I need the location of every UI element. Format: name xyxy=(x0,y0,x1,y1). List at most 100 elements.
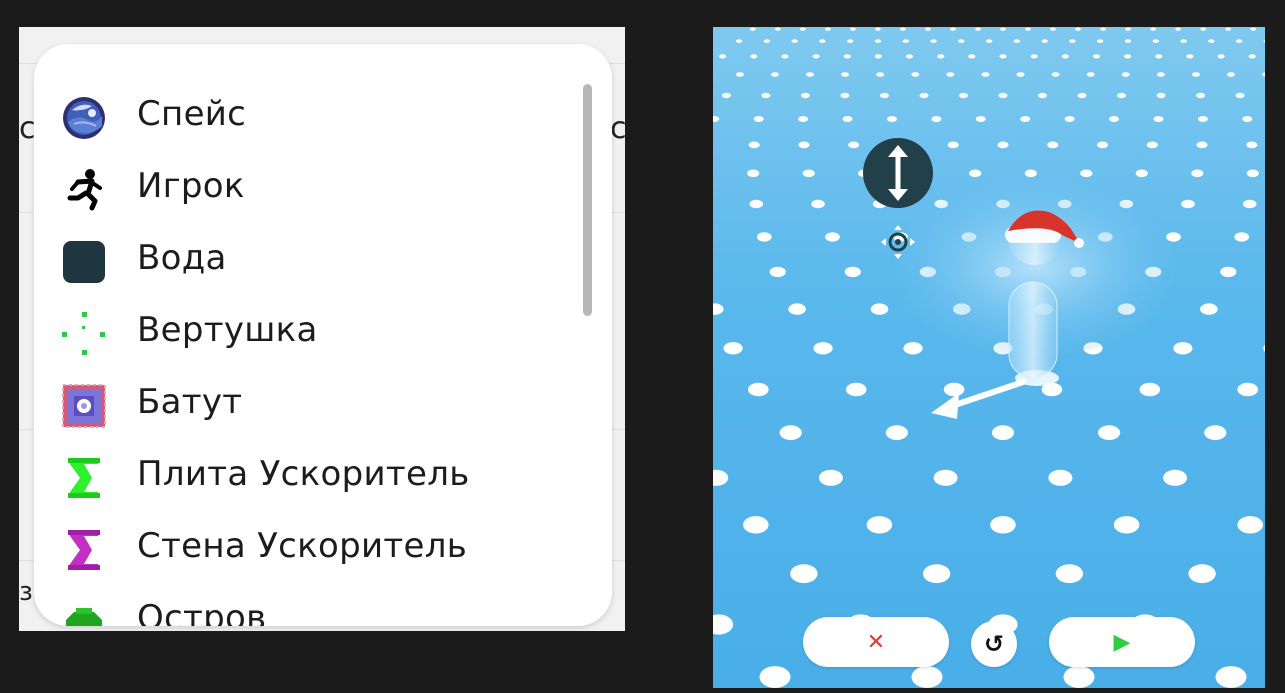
floor-dot xyxy=(1146,141,1158,149)
floor-dot xyxy=(958,39,965,43)
floor-dot xyxy=(887,116,897,122)
floor-dot xyxy=(774,27,781,31)
floor-dot xyxy=(721,92,731,99)
floor-dot xyxy=(1196,141,1208,149)
floor-dot xyxy=(1246,141,1258,149)
floor-dot xyxy=(813,342,833,355)
floor-dot xyxy=(1135,169,1148,178)
floor-dot xyxy=(771,72,779,77)
vertical-move-gizmo[interactable] xyxy=(863,138,933,208)
floor-dot xyxy=(840,92,850,99)
floor-dot xyxy=(947,141,959,149)
menu-item-player[interactable]: Игрок xyxy=(34,154,574,226)
menu-item-booster-plate[interactable]: Плита Ускоритель xyxy=(34,442,574,514)
play-button[interactable]: ▶ xyxy=(1049,617,1195,667)
floor-dot xyxy=(870,303,889,315)
floor-dot xyxy=(1208,39,1215,43)
menu-item-label: Вертушка xyxy=(137,310,318,350)
floor-dot xyxy=(1250,27,1257,31)
floor-dot xyxy=(1020,116,1031,122)
game-viewport[interactable]: ✕ ↺ ▶ xyxy=(713,27,1265,688)
floor-dot xyxy=(1096,141,1109,149)
object-dropdown-menu[interactable]: Спейс Игрок Вода Вертушка Батут Плита Ус… xyxy=(34,44,612,626)
floor-dot xyxy=(850,27,856,31)
floor-dot xyxy=(975,27,981,31)
left-panel: c c зı Спейс Игрок Вода Вертушка Батут П… xyxy=(19,27,625,631)
water-square-icon xyxy=(63,241,105,283)
floor-dot xyxy=(1263,344,1265,352)
floor-dot xyxy=(1113,516,1140,534)
menu-scrollbar[interactable] xyxy=(583,84,592,316)
floor-dot xyxy=(950,27,956,31)
floor-dot xyxy=(885,425,908,441)
floor-dot xyxy=(750,54,758,59)
floor-dot xyxy=(1069,39,1076,43)
menu-item-label: Игрок xyxy=(137,166,245,206)
floor-dot xyxy=(802,169,815,178)
floor-dot xyxy=(812,54,820,59)
floor-dot xyxy=(1192,72,1200,77)
booster-plate-icon xyxy=(68,458,100,498)
floor-dot xyxy=(1098,425,1121,441)
floor-dot xyxy=(806,72,814,77)
floor-dot xyxy=(763,39,771,43)
floor-dot xyxy=(902,39,909,43)
floor-dot xyxy=(981,72,990,77)
floor-dot xyxy=(713,469,729,486)
floor-dot xyxy=(1220,266,1237,278)
floor-dot xyxy=(1075,27,1081,31)
floor-dot xyxy=(1156,92,1166,99)
floor-dot xyxy=(723,342,743,355)
floor-dot xyxy=(842,116,853,122)
floor-dot xyxy=(713,303,724,315)
floor-dot xyxy=(1180,39,1187,43)
floor-dot xyxy=(874,54,882,59)
floor-dot xyxy=(1217,54,1225,59)
floor-dot xyxy=(931,116,942,122)
menu-item-water[interactable]: Вода xyxy=(34,226,574,298)
floor-dot xyxy=(925,27,931,31)
floor-dot xyxy=(819,39,826,43)
floor-dot xyxy=(998,92,1008,99)
floor-dot xyxy=(1077,92,1087,99)
floor-dot xyxy=(1191,169,1204,178)
floor-dot xyxy=(1092,54,1101,59)
floor-dot xyxy=(743,516,769,534)
floor-dot xyxy=(1109,116,1119,122)
reset-button[interactable]: ↺ xyxy=(971,621,1017,667)
floor-dot xyxy=(1242,116,1253,122)
floor-dot xyxy=(1215,666,1247,688)
floor-dot xyxy=(1080,169,1093,178)
floor-dot xyxy=(1050,27,1056,31)
floor-dot xyxy=(1150,27,1156,31)
floor-dot xyxy=(937,54,945,59)
floor-dot xyxy=(1125,27,1131,31)
running-person-icon xyxy=(67,169,102,211)
floor-dot xyxy=(1061,54,1069,59)
menu-item-label: Плита Ускоритель xyxy=(137,454,470,494)
cancel-button[interactable]: ✕ xyxy=(803,617,949,667)
floor-dot xyxy=(1235,39,1243,43)
floor-dot xyxy=(1188,564,1216,584)
floor-dot xyxy=(1175,27,1181,31)
menu-item-island[interactable]: Остров xyxy=(34,586,574,626)
floor-dot xyxy=(876,72,885,77)
floor-dot xyxy=(1038,92,1047,99)
floor-dot xyxy=(1155,54,1163,59)
floor-dot xyxy=(933,469,958,486)
menu-item-space[interactable]: Спейс xyxy=(34,82,574,154)
menu-item-spinner[interactable]: Вертушка xyxy=(34,298,574,370)
floor-dot xyxy=(761,92,771,99)
floor-dot xyxy=(1173,342,1193,355)
floor-dot xyxy=(749,199,764,209)
floor-dot xyxy=(1163,469,1188,486)
menu-item-booster-wall[interactable]: Стена Ускоритель xyxy=(34,514,574,586)
floor-dot xyxy=(874,39,882,43)
floor-dot xyxy=(1204,425,1227,441)
floor-dot xyxy=(911,72,920,77)
floor-dot xyxy=(1181,199,1195,209)
floor-dot xyxy=(1000,27,1006,31)
menu-item-trampoline[interactable]: Батут xyxy=(34,370,574,442)
floor-dots xyxy=(713,27,1265,688)
floor-dot xyxy=(1013,39,1021,43)
